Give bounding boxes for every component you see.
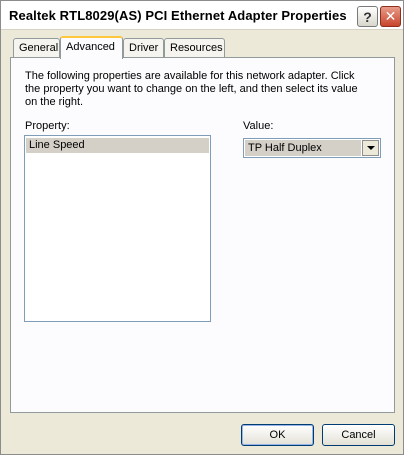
tab-advanced[interactable]: Advanced (60, 36, 123, 59)
property-list[interactable]: Line Speed (24, 135, 211, 322)
close-button[interactable]: ✕ (380, 6, 401, 27)
ok-button[interactable]: OK (241, 424, 314, 446)
window-title: Realtek RTL8029(AS) PCI Ethernet Adapter… (9, 8, 347, 23)
adapter-properties-dialog: Realtek RTL8029(AS) PCI Ethernet Adapter… (0, 0, 404, 455)
dropdown-arrow-button[interactable] (362, 140, 379, 156)
chevron-down-icon (366, 146, 375, 150)
title-bar[interactable]: Realtek RTL8029(AS) PCI Ethernet Adapter… (1, 1, 403, 30)
value-label: Value: (243, 120, 274, 132)
property-item-line-speed[interactable]: Line Speed (26, 138, 209, 153)
tab-resources[interactable]: Resources (164, 38, 225, 58)
tab-general[interactable]: General (13, 38, 60, 58)
property-label: Property: (25, 120, 70, 132)
value-dropdown[interactable]: TP Half Duplex (243, 138, 381, 158)
value-selected: TP Half Duplex (245, 140, 361, 156)
description-text: The following properties are available f… (25, 70, 358, 108)
help-button[interactable]: ? (357, 6, 378, 27)
tab-driver[interactable]: Driver (123, 38, 164, 58)
cancel-button[interactable]: Cancel (322, 424, 395, 446)
